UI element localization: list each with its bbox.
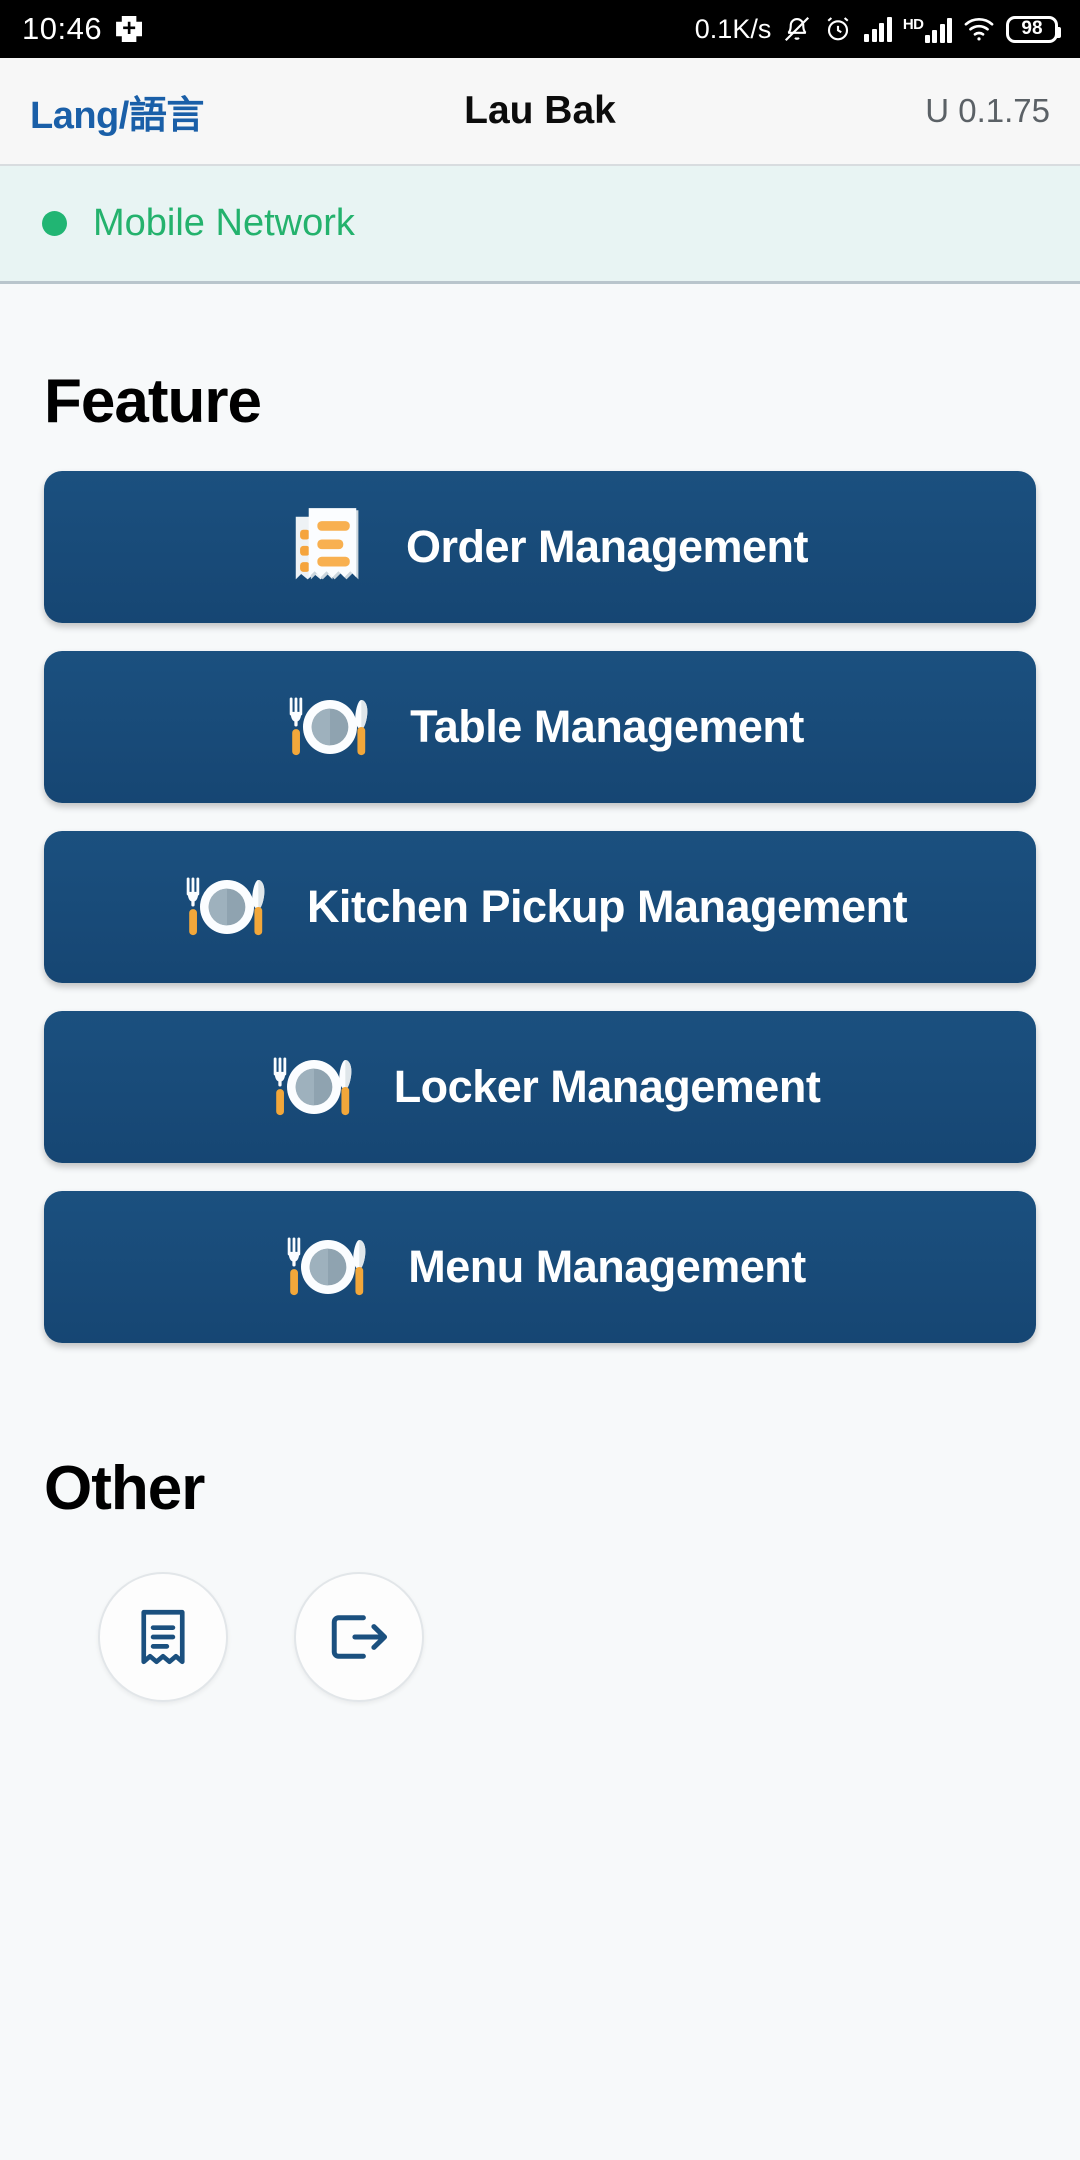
card-content: Menu Management [274, 1213, 806, 1321]
logout-button[interactable] [294, 1572, 424, 1702]
other-actions-row [0, 1572, 1080, 1702]
wifi-icon [964, 18, 994, 41]
signal-bars-icon [864, 16, 892, 42]
feature-card-kitchen-pickup-management[interactable]: Kitchen Pickup Management [44, 831, 1036, 983]
cutlery-plate-icon [273, 1057, 352, 1116]
status-time: 10:46 [22, 11, 103, 46]
app-bar: Lang/語言 Lau Bak U 0.1.75 [0, 58, 1080, 166]
logout-icon [331, 1615, 388, 1659]
feature-card-locker-management[interactable]: Locker Management [44, 1011, 1036, 1163]
section-heading-feature: Feature [44, 367, 262, 436]
section-heading-other: Other [44, 1454, 205, 1523]
language-toggle-button[interactable]: Lang/語言 [30, 84, 204, 139]
card-content: Locker Management [260, 1033, 821, 1141]
receipt-icon [295, 508, 359, 580]
network-status-dot-icon [42, 211, 67, 236]
cutlery-plate-icon [287, 1237, 366, 1296]
network-status-banner[interactable]: Mobile Network [0, 166, 1080, 284]
feature-card-table-management[interactable]: Table Management [44, 651, 1036, 803]
network-speed-label: 0.1K/s [694, 13, 772, 44]
signal-bars-icon-2 [924, 17, 952, 43]
alarm-clock-icon [827, 17, 849, 41]
receipt-history-button[interactable] [98, 1572, 228, 1702]
battery-indicator: 98 [1006, 15, 1061, 43]
medical-plus-icon: + [116, 16, 143, 42]
feature-card-label: Table Management [410, 701, 804, 752]
feature-card-label: Order Management [405, 521, 809, 572]
hd-signal-group: HD [903, 16, 952, 43]
feature-card-order-management[interactable]: Order Management [44, 471, 1036, 623]
status-icons: 0.1K/s HD 98 [694, 13, 1061, 45]
feature-card-label: Locker Management [393, 1061, 821, 1112]
network-status-label: Mobile Network [93, 202, 355, 244]
status-bar: 10:46 + 0.1K/s HD 98 [0, 0, 1080, 58]
cutlery-plate-icon [186, 877, 265, 936]
version-label: U 0.1.75 [925, 92, 1050, 129]
card-content: Order Management [272, 493, 809, 601]
feature-card-label: Menu Management [408, 1241, 806, 1292]
battery-level-label: 98 [1021, 18, 1043, 39]
feature-card-menu-management[interactable]: Menu Management [44, 1191, 1036, 1343]
main-content: Feature Order Management Table Managemen… [0, 284, 1080, 1702]
hd-label: HD [902, 15, 924, 33]
bell-muted-icon [785, 16, 810, 42]
receipt-outline-icon [141, 1609, 185, 1665]
feature-card-label: Kitchen Pickup Management [306, 881, 908, 932]
card-content: Kitchen Pickup Management [173, 853, 908, 961]
card-content: Table Management [276, 673, 804, 781]
cutlery-plate-icon [289, 697, 368, 756]
